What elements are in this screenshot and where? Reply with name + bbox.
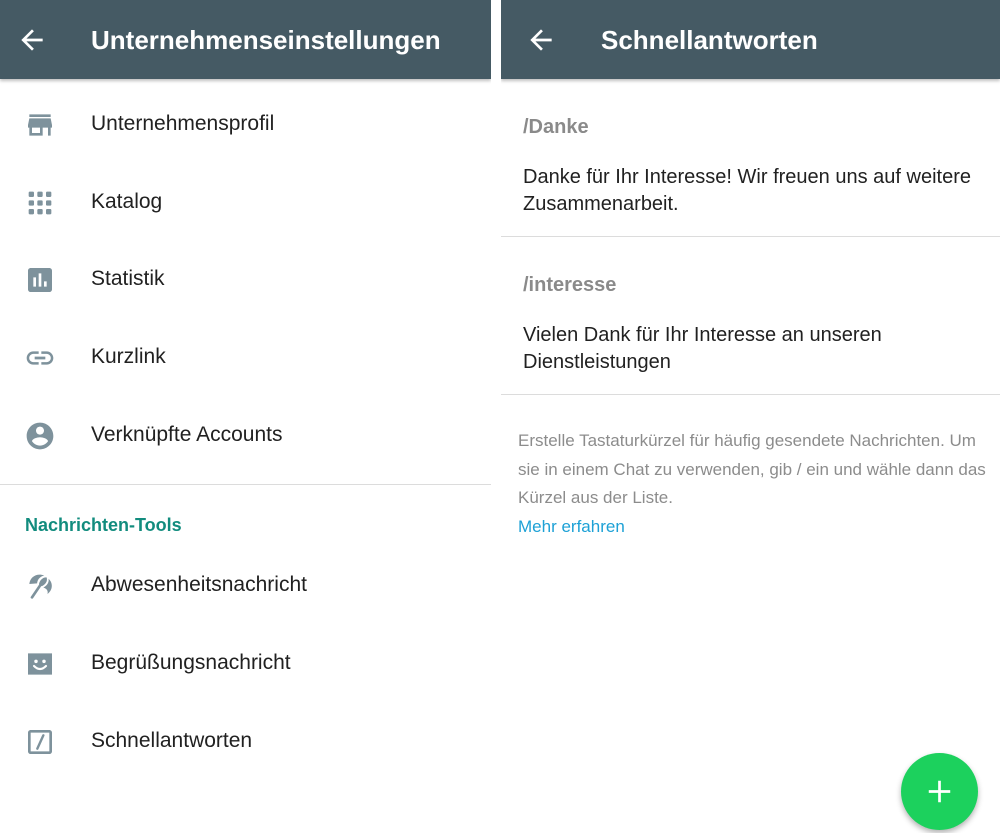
menu-item-greeting-message[interactable]: Begrüßungsnachricht	[0, 624, 491, 702]
business-settings-screen: Unternehmenseinstellungen Unternehmenspr…	[0, 0, 491, 833]
arrow-left-icon[interactable]	[525, 24, 557, 56]
arrow-left-icon[interactable]	[16, 24, 48, 56]
section-divider	[0, 484, 491, 485]
grid-icon	[28, 191, 52, 215]
menu-item-label: Begrüßungsnachricht	[91, 651, 291, 674]
menu-item-linked-accounts[interactable]: Verknüpfte Accounts	[0, 396, 491, 474]
menu-item-statistics[interactable]: Statistik	[0, 240, 491, 318]
umbrella-icon	[29, 574, 52, 599]
reply-shortcut: /Danke	[523, 116, 589, 138]
app-bar: Unternehmenseinstellungen	[0, 0, 491, 79]
bar-chart-icon	[28, 268, 52, 292]
reply-divider	[501, 394, 1000, 395]
reply-message: Vielen Dank für Ihr Interesse an unseren…	[523, 324, 882, 373]
menu-item-away-message[interactable]: Abwesenheitsnachricht	[0, 546, 491, 624]
menu-item-business-profile[interactable]: Unternehmensprofil	[0, 85, 491, 163]
smiley-icon	[28, 653, 52, 675]
menu-item-label: Verknüpfte Accounts	[91, 423, 283, 446]
info-text: Erstelle Tastaturkürzel für häufig gesen…	[518, 431, 986, 507]
menu-item-label: Schnellantworten	[91, 729, 253, 752]
menu-item-label: Abwesenheitsnachricht	[91, 573, 307, 596]
menu-item-label: Kurzlink	[91, 345, 166, 368]
store-icon	[28, 114, 52, 136]
reply-message: Danke für Ihr Interesse! Wir freuen uns …	[523, 166, 971, 215]
plus-icon	[928, 780, 951, 803]
page-title: Schnellantworten	[601, 25, 818, 55]
section-header: Nachrichten-Tools	[25, 515, 182, 535]
quick-replies-screen: Schnellantworten /Danke Danke für Ihr In…	[501, 0, 1000, 833]
page-title: Unternehmenseinstellungen	[91, 25, 441, 55]
app-bar: Schnellantworten	[501, 0, 1000, 79]
slash-box-icon	[28, 730, 52, 754]
menu-item-label: Unternehmensprofil	[91, 112, 275, 135]
quick-reply-item[interactable]: /Danke Danke für Ihr Interesse! Wir freu…	[501, 80, 1000, 236]
info-text-block: Erstelle Tastaturkürzel für häufig gesen…	[518, 427, 988, 541]
menu-item-quick-replies[interactable]: Schnellantworten	[0, 702, 491, 780]
menu-item-short-link[interactable]: Kurzlink	[0, 318, 491, 396]
menu-item-label: Katalog	[91, 190, 163, 213]
menu-item-label: Statistik	[91, 267, 165, 290]
add-quick-reply-button[interactable]	[901, 753, 978, 830]
account-circle-icon	[26, 422, 54, 450]
quick-reply-item[interactable]: /interesse Vielen Dank für Ihr Interesse…	[501, 237, 1000, 394]
menu-item-catalog[interactable]: Katalog	[0, 163, 491, 241]
reply-shortcut: /interesse	[523, 274, 617, 296]
learn-more-link[interactable]: Mehr erfahren	[518, 517, 625, 536]
link-icon	[26, 351, 54, 365]
screen-gap	[491, 0, 501, 833]
